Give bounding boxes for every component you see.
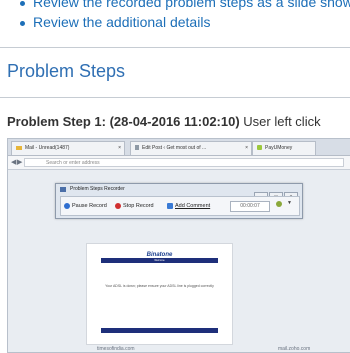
bullet-label[interactable]: Review the recorded problem steps as a s… [33, 0, 350, 10]
section-divider [0, 47, 350, 48]
stop-icon [115, 202, 121, 209]
section-divider [0, 97, 350, 98]
browser-tab-edit-post[interactable]: Edit Post ‹ Get most out of ... × [130, 141, 252, 155]
chevron-down-icon[interactable]: ▼ [287, 200, 292, 206]
address-input[interactable]: Search or enter address [24, 158, 344, 167]
step-title: Problem Step 1: (28-04-2016 11:02:10) Us… [7, 114, 321, 129]
footer-band [101, 328, 218, 333]
section-title: Problem Steps [7, 61, 126, 81]
webpage-preview: Binatone Welcome Your ADSL is down; plea… [86, 243, 233, 345]
step-screenshot: Mail - Unread(1487) × Edit Post ‹ Get mos… [7, 138, 350, 353]
browser-address-bar: ◀ ▶ Search or enter address [8, 156, 350, 170]
close-icon[interactable]: × [118, 142, 121, 155]
psr-toolbar: Pause Record Stop Record Add Comment 00:… [60, 196, 300, 216]
browser-tab-payumoney[interactable]: PayUMoney [252, 141, 316, 155]
step-label: Problem Step 1: (28-04-2016 11:02:10) [7, 114, 240, 129]
record-timer: 00:00:07 [230, 201, 270, 212]
pause-record-button[interactable]: Pause Record [64, 201, 107, 211]
bullet-details-link[interactable]: Review the additional details [20, 14, 210, 30]
status-message: Your ADSL is down; please ensure your AD… [105, 284, 214, 288]
bullet-dot-icon [20, 0, 25, 6]
stop-record-button[interactable]: Stop Record [115, 201, 154, 211]
mail-icon [16, 145, 22, 150]
browser-tab-mail[interactable]: Mail - Unread(1487) × [11, 141, 125, 155]
close-icon[interactable]: × [245, 142, 248, 155]
back-arrow-icon[interactable]: ◀ [11, 158, 16, 166]
forward-arrow-icon[interactable]: ▶ [17, 158, 22, 166]
psr-app-icon [60, 187, 66, 192]
browser-tab-bar: Mail - Unread(1487) × Edit Post ‹ Get mos… [8, 139, 350, 156]
bullet-dot-icon [20, 20, 25, 26]
thumbnail-caption[interactable]: timesofindia.com [97, 346, 135, 352]
psr-window: Problem Steps Recorder –□× Pause Record … [55, 183, 303, 219]
settings-icon[interactable] [276, 201, 282, 207]
bullet-slideshow-link[interactable]: Review the recorded problem steps as a s… [20, 0, 350, 10]
page-icon [135, 145, 139, 151]
comment-icon [167, 202, 173, 209]
pause-icon [64, 202, 70, 209]
window-controls: –□× [253, 185, 298, 202]
bullet-label[interactable]: Review the additional details [33, 14, 210, 30]
step-text: User left click [243, 114, 321, 129]
header-band: Welcome [101, 258, 218, 263]
add-comment-button[interactable]: Add Comment [167, 201, 210, 211]
payumoney-icon [257, 145, 262, 151]
thumbnail-caption[interactable]: mail.zoho.com [278, 346, 310, 352]
